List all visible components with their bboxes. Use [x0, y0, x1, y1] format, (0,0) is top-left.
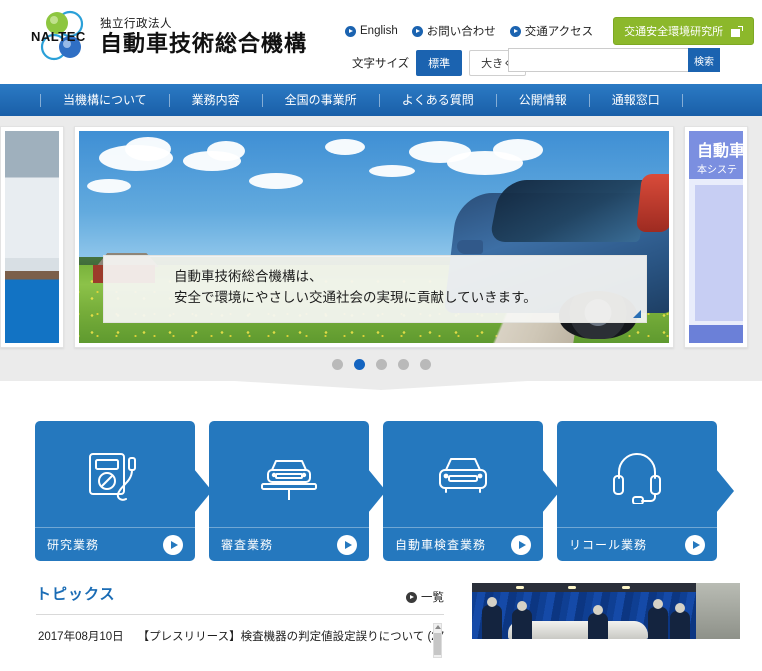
link-access-label: 交通アクセス — [524, 26, 594, 38]
scroll-up-icon[interactable] — [435, 625, 441, 629]
search-box: 検索 — [508, 48, 720, 72]
card-research-label: 研究業務 — [47, 538, 100, 552]
topics-panel: トピックス 一覧 2017年08月10日 【プレスリリース】検査機器の判定値設定… — [0, 583, 466, 658]
search-input[interactable] — [508, 48, 688, 72]
arrow-circle-icon — [411, 25, 423, 37]
carousel-notch — [121, 374, 641, 390]
carousel-pagination — [0, 348, 762, 390]
link-contact-label: お問い合わせ — [426, 26, 496, 38]
hero-image: 自動車技術総合機構は、 安全で環境にやさしい交通社会の実現に貢献していきます。 — [79, 131, 669, 343]
font-size-label: 文字サイズ — [352, 58, 410, 70]
nav-item-offices[interactable]: 全国の事業所 — [263, 84, 379, 116]
carousel-dot-3[interactable] — [375, 359, 387, 370]
svg-text:NALTEC: NALTEC — [31, 29, 86, 44]
nav-item-disclosure[interactable]: 公開情報 — [497, 84, 589, 116]
card-research-arrow-icon[interactable] — [163, 534, 183, 555]
arrow-circle-dark-icon — [406, 591, 417, 603]
carousel-dot-5[interactable] — [419, 359, 431, 370]
carousel-dot-2[interactable] — [353, 359, 365, 370]
nav-item-services[interactable]: 業務内容 — [170, 84, 262, 116]
search-button[interactable]: 検索 — [688, 48, 720, 72]
bottom-section: トピックス 一覧 2017年08月10日 【プレスリリース】検査機器の判定値設定… — [0, 561, 762, 658]
topics-list-item[interactable]: 2017年08月10日 【プレスリリース】検査機器の判定値設定誤りについて (2… — [36, 615, 444, 644]
nav-item-about[interactable]: 当機構について — [41, 84, 169, 116]
topics-list: 2017年08月10日 【プレスリリース】検査機器の判定値設定誤りについて (2… — [36, 614, 444, 658]
nav-item-whistleblowing[interactable]: 通報窓口 — [590, 84, 682, 116]
topics-list-link-label: 一覧 — [421, 592, 444, 604]
main-navigation: 当機構について 業務内容 全国の事業所 よくある質問 公開情報 通報窓口 — [0, 84, 762, 116]
headset-icon — [557, 443, 717, 509]
topics-item-date: 2017年08月10日 — [38, 631, 124, 643]
next-slide-subtitle: 本システ — [697, 165, 737, 176]
topics-list-link[interactable]: 一覧 — [406, 589, 444, 605]
link-access[interactable]: 交通アクセス — [509, 23, 594, 39]
arrow-circle-icon — [509, 25, 521, 37]
external-link-icon — [731, 25, 744, 37]
naltec-logo-icon: NALTEC — [30, 10, 96, 62]
topics-title: トピックス — [36, 586, 116, 603]
scrollbar-thumb[interactable] — [434, 633, 441, 655]
car-front-icon — [383, 443, 543, 509]
carousel-slide-previous[interactable] — [0, 126, 64, 348]
site-header: NALTEC 独立行政法人 自動車技術総合機構 English お問い合わせ 交… — [0, 0, 762, 84]
hero-caption: 自動車技術総合機構は、 安全で環境にやさしい交通社会の実現に貢献していきます。 — [103, 255, 647, 323]
previous-slide-image — [5, 131, 59, 343]
card-inspection-review-arrow-icon[interactable] — [337, 534, 357, 555]
font-size-controls: 文字サイズ 標準 大きく — [352, 50, 527, 76]
next-slide-image: 自動車 本システ — [689, 131, 746, 343]
card-inspection-review-label: 審査業務 — [221, 538, 274, 552]
card-recall-label: リコール業務 — [569, 538, 648, 552]
traffic-safety-institute-button[interactable]: 交通安全環境研究所 — [613, 17, 755, 45]
carousel-slides: 自動車技術総合機構は、 安全で環境にやさしい交通社会の実現に貢献していきます。 … — [0, 126, 762, 348]
arrow-circle-icon — [345, 25, 356, 37]
card-research[interactable]: 研究業務 — [35, 421, 212, 561]
hero-carousel: 自動車技術総合機構は、 安全で環境にやさしい交通社会の実現に貢献していきます。 … — [0, 116, 762, 390]
carousel-dot-4[interactable] — [397, 359, 409, 370]
nav-item-faq[interactable]: よくある質問 — [380, 84, 496, 116]
site-logo[interactable]: NALTEC 独立行政法人 自動車技術総合機構 — [30, 10, 307, 62]
card-recall[interactable]: リコール業務 — [557, 421, 734, 561]
next-slide-title: 自動車 — [697, 143, 746, 160]
topics-item-text[interactable]: 【プレスリリース】検査機器の判定値設定誤りについて (271.87 KB) — [138, 628, 444, 644]
link-english-label: English — [360, 25, 398, 37]
carousel-dot-1[interactable] — [331, 359, 343, 370]
nav-divider — [681, 93, 683, 107]
resize-corner-icon — [633, 310, 641, 318]
multimeter-icon — [35, 443, 195, 509]
org-subtitle: 独立行政法人 — [100, 18, 172, 31]
link-contact[interactable]: お問い合わせ — [411, 23, 496, 39]
card-recall-arrow-icon[interactable] — [685, 534, 705, 555]
card-arrow-tab — [716, 469, 734, 513]
traffic-safety-institute-label: 交通安全環境研究所 — [624, 26, 724, 38]
service-cards: 研究業務 審査業務 自動車検査業務 リコール業務 — [0, 381, 762, 561]
hero-caption-line1: 自動車技術総合機構は、 — [174, 269, 323, 285]
car-on-lift-icon — [209, 443, 369, 509]
font-size-normal-button[interactable]: 標準 — [416, 50, 463, 76]
card-vehicle-inspection-label: 自動車検査業務 — [395, 538, 487, 552]
org-name: 自動車技術総合機構 — [100, 31, 308, 57]
hero-caption-line2: 安全で環境にやさしい交通社会の実現に貢献していきます。 — [174, 290, 537, 306]
card-inspection-review[interactable]: 審査業務 — [209, 421, 386, 561]
link-english[interactable]: English — [345, 25, 398, 37]
facility-photo — [472, 583, 740, 639]
carousel-slide-active[interactable]: 自動車技術総合機構は、 安全で環境にやさしい交通社会の実現に貢献していきます。 — [74, 126, 674, 348]
topics-scrollbar[interactable] — [433, 623, 442, 658]
carousel-slide-next[interactable]: 自動車 本システ — [684, 126, 748, 348]
card-vehicle-inspection-arrow-icon[interactable] — [511, 534, 531, 555]
card-vehicle-inspection[interactable]: 自動車検査業務 — [383, 421, 560, 561]
utility-links: English お問い合わせ 交通アクセス 交通安全環境研究所 — [345, 17, 755, 45]
